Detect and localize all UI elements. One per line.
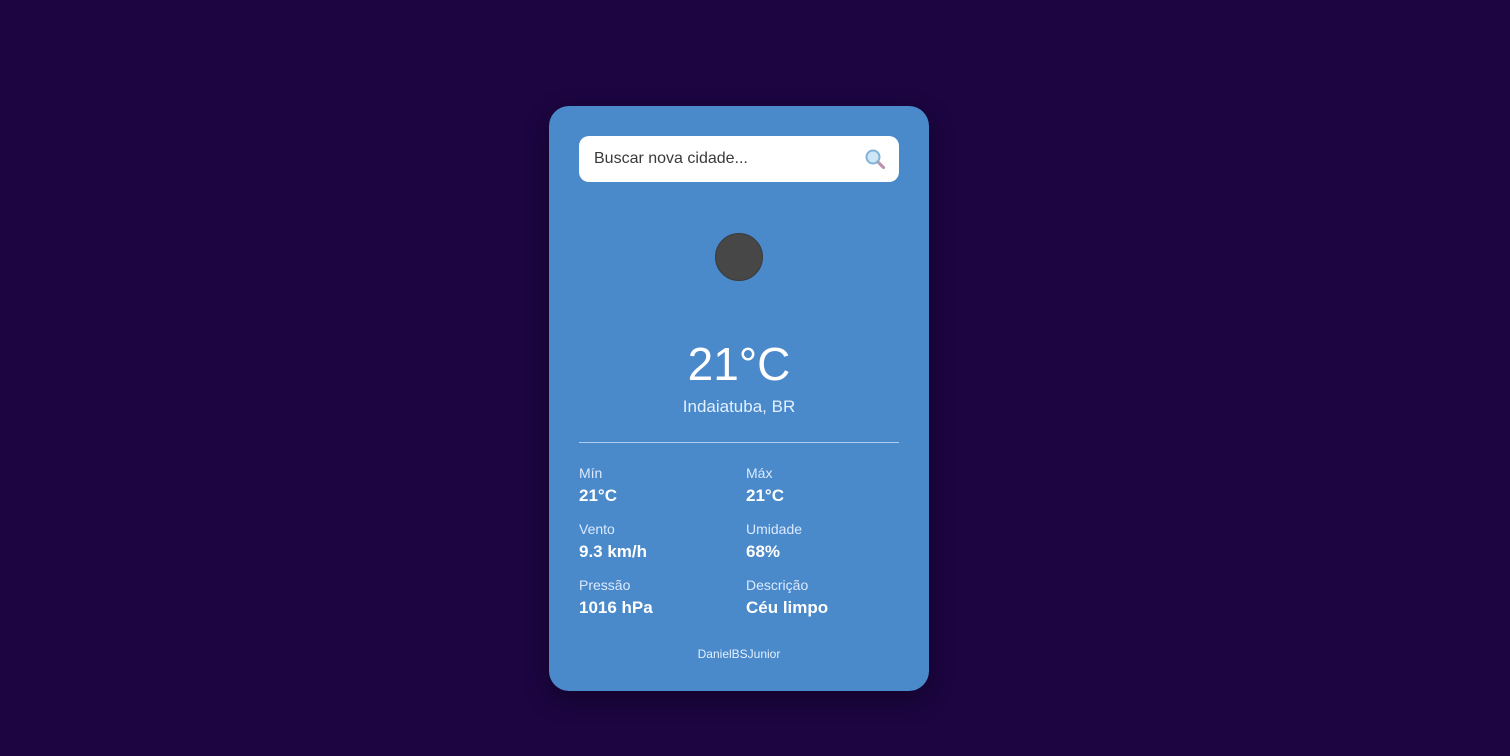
stat-min-value: 21°C [579,486,617,505]
search-icon [865,149,885,169]
weather-card: 21°C Indaiatuba, BR Mín 21°C Máx 21°C Ve… [549,106,929,691]
city-name: Indaiatuba, BR [682,397,796,416]
stat-max-value: 21°C [746,486,784,505]
stat-wind-value: 9.3 km/h [579,542,648,561]
stat-description-label: Descrição [746,577,809,593]
footer-credit: DanielBSJunior [697,647,781,661]
weather-icon [715,233,763,281]
divider [579,442,899,443]
temperature: 21°C [687,338,791,390]
stat-wind-label: Vento [579,521,615,537]
search-input[interactable] [579,136,849,182]
stat-description: Descrição Céu limpo [746,576,906,619]
stat-humidity-value: 68% [746,542,781,561]
stat-humidity: Umidade 68% [746,520,906,563]
stat-humidity-label: Umidade [746,521,803,537]
stat-min: Mín 21°C [579,464,739,507]
search-bar [579,136,899,182]
stat-max: Máx 21°C [746,464,906,507]
stat-pressure: Pressão 1016 hPa [579,576,739,619]
stat-wind: Vento 9.3 km/h [579,520,739,563]
stat-pressure-label: Pressão [579,577,631,593]
search-button[interactable] [863,147,887,171]
stat-description-value: Céu limpo [746,598,829,617]
stat-max-label: Máx [746,465,773,481]
stat-pressure-value: 1016 hPa [579,598,653,617]
stat-min-label: Mín [579,465,603,481]
